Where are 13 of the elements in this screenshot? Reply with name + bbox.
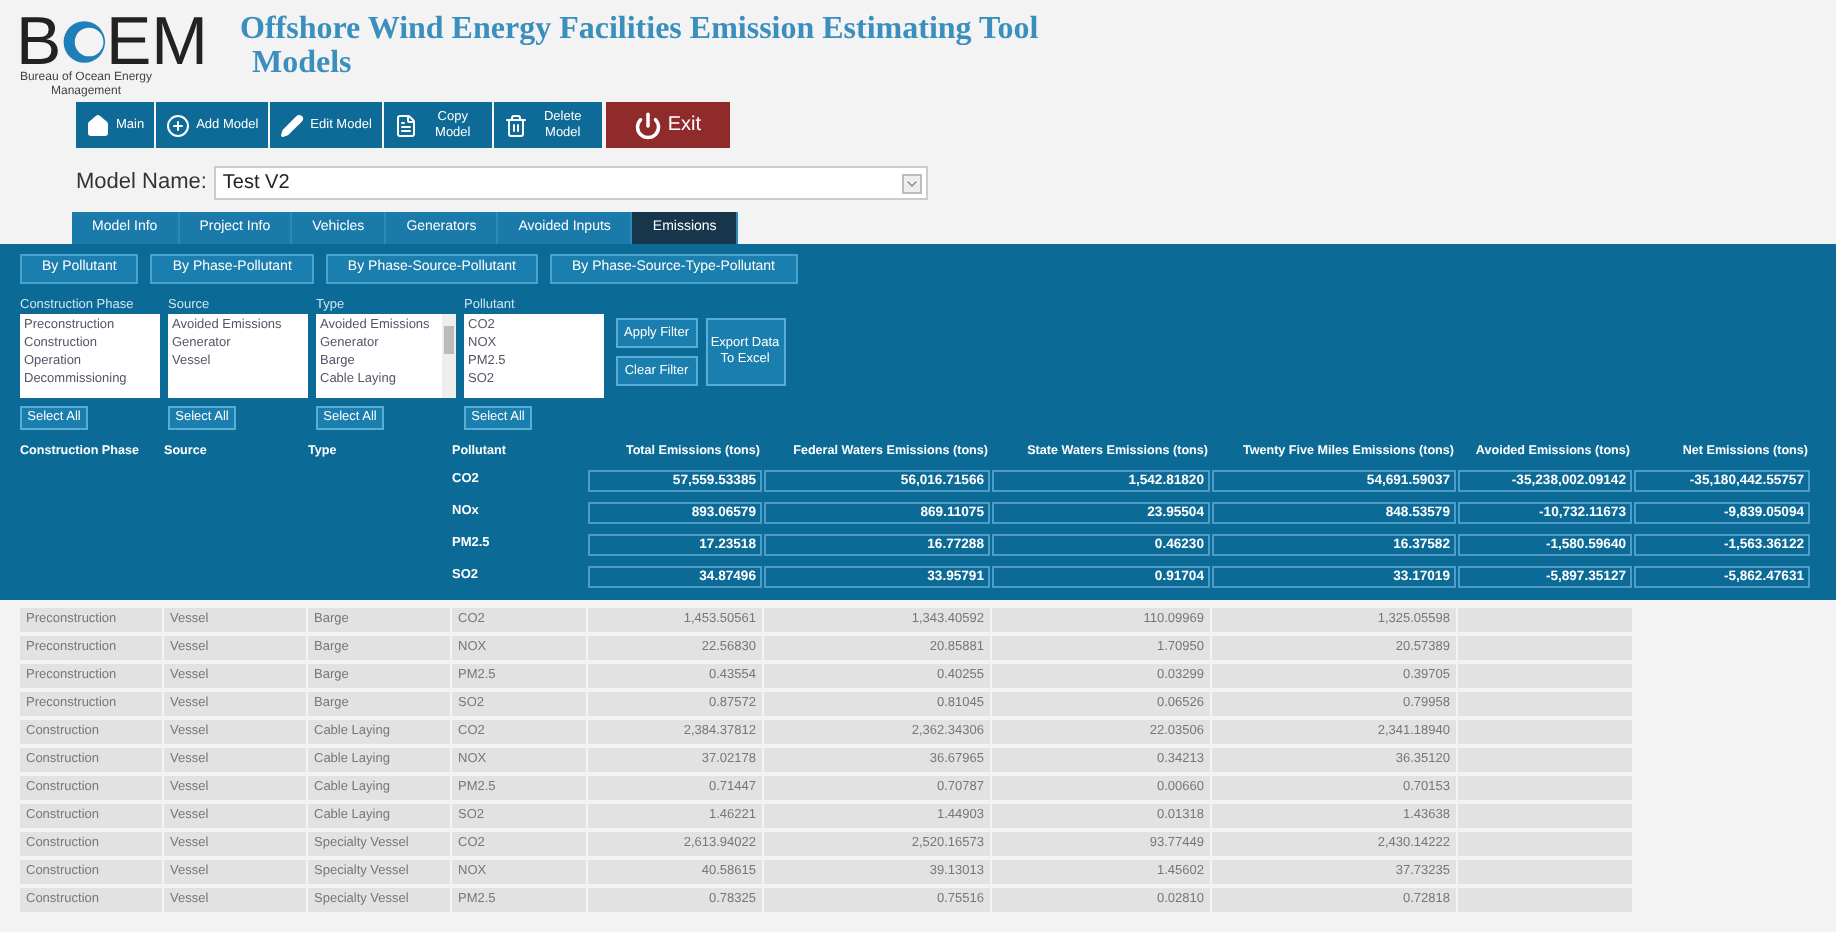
chevron-down-icon: [902, 173, 922, 193]
page-subtitle: Models: [252, 46, 354, 80]
plus-icon: [166, 113, 191, 137]
power-icon: [633, 111, 662, 139]
exit-button[interactable]: Exit: [605, 102, 730, 148]
pencil-icon: [280, 113, 305, 137]
document-icon: [393, 113, 418, 137]
model-name-dropdown[interactable]: Test V2: [214, 166, 928, 200]
home-icon: [86, 113, 110, 137]
model-name-label: Model Name:: [76, 168, 207, 199]
trash-icon: [503, 113, 528, 137]
app-title: Offshore Wind Energy Facilities Emission Estimating Tool: [240, 12, 1039, 46]
scrollbar[interactable]: [442, 314, 456, 398]
